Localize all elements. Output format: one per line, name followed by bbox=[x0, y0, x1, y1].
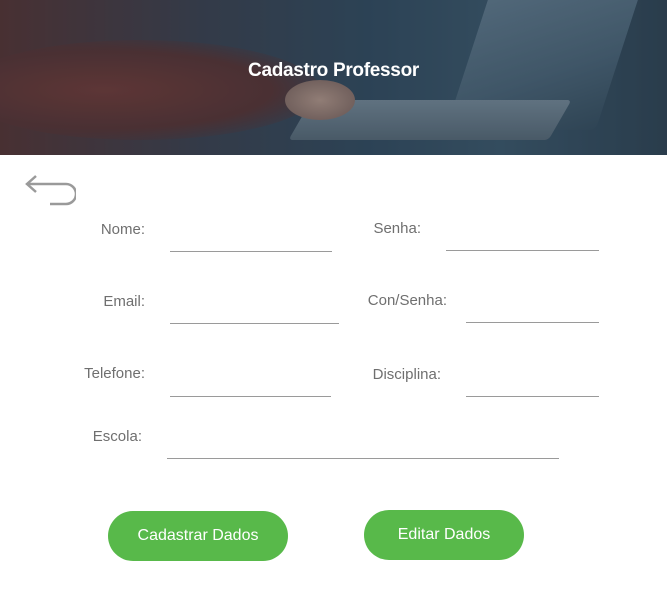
cadastrar-dados-button[interactable]: Cadastrar Dados bbox=[108, 511, 288, 561]
back-button[interactable] bbox=[22, 172, 78, 208]
nome-field[interactable] bbox=[170, 224, 332, 252]
nome-label: Nome: bbox=[100, 221, 145, 238]
telefone-label: Telefone: bbox=[84, 365, 145, 382]
consenha-label: Con/Senha: bbox=[367, 292, 447, 309]
consenha-field[interactable] bbox=[466, 295, 599, 323]
email-label: Email: bbox=[103, 293, 145, 310]
header-banner: Cadastro Professor bbox=[0, 0, 667, 155]
senha-field[interactable] bbox=[446, 223, 599, 251]
disciplina-field[interactable] bbox=[466, 369, 599, 397]
escola-field[interactable] bbox=[167, 431, 559, 459]
undo-arrow-icon bbox=[25, 175, 78, 206]
telefone-field[interactable] bbox=[170, 369, 331, 397]
page-title: Cadastro Professor bbox=[248, 60, 419, 81]
disciplina-label: Disciplina: bbox=[372, 366, 441, 383]
email-field[interactable] bbox=[170, 296, 339, 324]
editar-dados-button[interactable]: Editar Dados bbox=[364, 510, 524, 560]
escola-label: Escola: bbox=[92, 428, 142, 445]
senha-label: Senha: bbox=[373, 220, 421, 237]
